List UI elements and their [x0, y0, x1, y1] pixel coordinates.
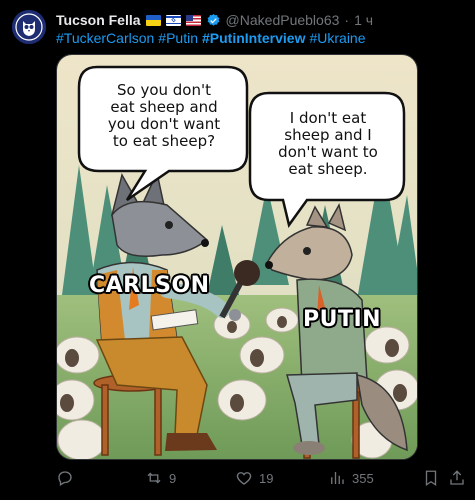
share-button[interactable]: [448, 467, 466, 489]
separator-dot: ·: [344, 12, 350, 28]
reply-icon: [58, 471, 72, 486]
israel-flag-icon: [165, 14, 181, 26]
ukraine-flag-icon: [145, 14, 161, 26]
views-chart-icon: [331, 472, 344, 484]
speech-bubble-right-text: I don't eat sheep and I don't want to ea…: [278, 109, 378, 178]
putin-label: PUTIN: [303, 307, 382, 332]
carlson-label: CARLSON: [89, 273, 210, 298]
owl-logo-icon: [12, 10, 46, 44]
heart-icon: [236, 472, 252, 485]
reply-button[interactable]: [56, 467, 74, 489]
tweet-text: #TuckerCarlson #Putin #PutinInterview #Ukra…: [56, 30, 370, 46]
hashtag-link[interactable]: #Putin: [158, 30, 198, 46]
retweet-count: 9: [169, 470, 177, 486]
view-count: 355: [352, 470, 374, 486]
action-bar: 9 19 355: [56, 467, 468, 491]
retweet-button[interactable]: 9: [145, 467, 176, 489]
tweet[interactable]: Tucson Fella @NakedPueblo63 · 1 ч #Tucke…: [0, 0, 475, 500]
hashtag-link[interactable]: #TuckerCarlson: [56, 30, 154, 46]
share-icon: [450, 470, 464, 485]
timestamp[interactable]: 1 ч: [354, 12, 373, 28]
bookmark-icon: [425, 470, 437, 487]
tweet-image[interactable]: So you don't eat sheep and you don't wan…: [56, 54, 418, 460]
handle[interactable]: @NakedPueblo63: [226, 12, 340, 28]
bookmark-button[interactable]: [422, 467, 440, 489]
us-flag-icon: [185, 14, 201, 26]
tweet-header: Tucson Fella @NakedPueblo63 · 1 ч: [56, 11, 373, 29]
speech-bubble-left-text: So you don't eat sheep and you don't wan…: [107, 81, 221, 150]
verified-badge-icon: [207, 13, 219, 26]
like-count: 19: [259, 470, 274, 486]
display-name[interactable]: Tucson Fella: [56, 12, 141, 28]
like-button[interactable]: 19: [235, 467, 273, 489]
hashtag-link[interactable]: #Ukraine: [309, 30, 365, 46]
hashtag-link[interactable]: #PutinInterview: [202, 30, 305, 46]
retweet-icon: [147, 472, 161, 484]
avatar[interactable]: [12, 10, 46, 44]
views-button[interactable]: 355: [328, 467, 374, 489]
